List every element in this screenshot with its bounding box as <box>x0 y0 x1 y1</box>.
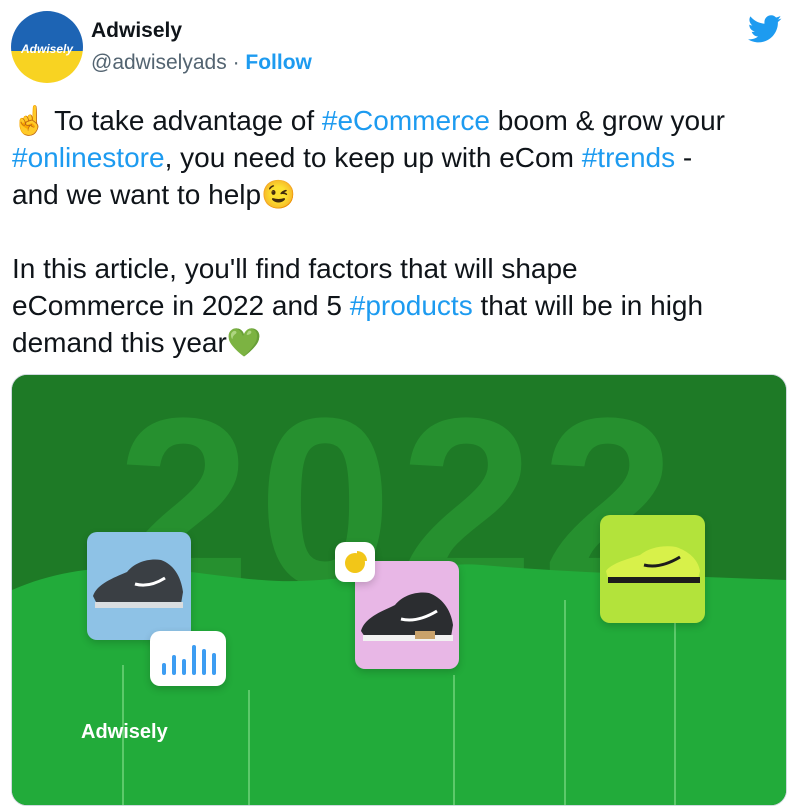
tweet-text-1: To take advantage of <box>46 105 322 136</box>
hashtag-ecommerce[interactable]: #eCommerce <box>322 105 490 136</box>
tweet-text-2: boom & grow your <box>497 105 725 136</box>
product-card-blue <box>87 532 191 640</box>
hashtag-products[interactable]: #products <box>350 290 473 321</box>
green-heart-emoji: 💚 <box>226 327 262 358</box>
pie-chart-card <box>335 542 375 582</box>
winking-face-emoji: 😉 <box>261 179 296 210</box>
tweet-media-image[interactable]: 2022 Adwisely <box>11 374 787 806</box>
sneaker-icon <box>606 546 700 583</box>
pointing-up-emoji: ☝️ <box>12 105 47 136</box>
analytics-card <box>150 631 226 686</box>
tweet-header: Adwisely Adwisely @adwiselyads · Follow <box>0 0 800 100</box>
author-handle-row: @adwiselyads · Follow <box>91 51 312 75</box>
tweet-text: ☝️ To take advantage of #eCommerce boom … <box>12 102 788 361</box>
media-watermark-logo: Adwisely <box>81 721 168 743</box>
pie-chart-icon <box>345 551 367 573</box>
follow-button[interactable]: Follow <box>245 51 312 74</box>
avatar-logo-text: Adwisely <box>20 42 74 56</box>
tweet-text-3: , you need to keep up with eCom <box>164 142 582 173</box>
author-name[interactable]: Adwisely <box>91 19 182 43</box>
sneaker-icon <box>93 559 183 608</box>
bar-chart-icon <box>162 645 216 675</box>
avatar[interactable]: Adwisely <box>11 11 83 83</box>
author-handle[interactable]: @adwiselyads <box>91 51 227 74</box>
twitter-bird-icon[interactable] <box>746 12 784 46</box>
product-card-lime <box>600 515 705 623</box>
handle-separator: · <box>232 51 240 74</box>
hashtag-trends[interactable]: #trends <box>582 142 675 173</box>
hashtag-onlinestore[interactable]: #onlinestore <box>12 142 165 173</box>
